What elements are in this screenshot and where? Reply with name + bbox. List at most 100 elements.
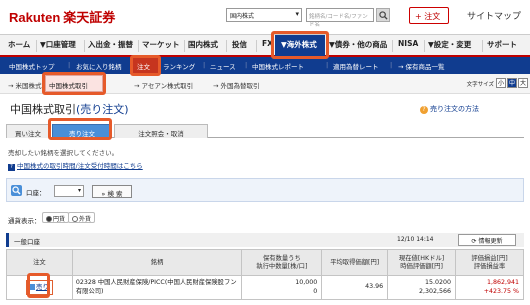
instruction-text: 売却したい銘柄を選択してください。 xyxy=(8,149,119,157)
subnav-fx-rate[interactable]: 適用為替レート xyxy=(333,61,379,71)
current-price-value: 15.0200 xyxy=(425,279,452,287)
gnav-support[interactable]: サポート xyxy=(487,39,517,50)
nav-divider: | xyxy=(68,61,71,69)
market-tab-bar: → 米国株式取引 中国株式取引 → アセアン株式取引 → 外国為替取引 文字サイ… xyxy=(0,74,530,94)
gnav-settings[interactable]: ▼設定・変更 xyxy=(428,39,471,50)
gnav-bonds[interactable]: ▼債券・他の商品 xyxy=(329,39,387,50)
sell-link[interactable]: 売り xyxy=(25,279,53,296)
col-order: 注文 xyxy=(6,249,73,276)
subnav-ranking[interactable]: ランキング xyxy=(163,61,195,71)
help-icon: ? xyxy=(8,164,15,171)
nav-divider: | xyxy=(326,61,329,69)
currency-label: 通貨表示： xyxy=(8,217,41,225)
document-icon xyxy=(29,283,35,290)
account-label: 口座： xyxy=(26,189,46,197)
section-header: 一般口座 12/10 14:14 ⟳ 情報更新 xyxy=(6,233,524,247)
nav-divider xyxy=(84,40,85,52)
gnav-domestic-stock[interactable]: 国内株式 xyxy=(188,39,218,50)
chevron-down-icon: ▾ xyxy=(77,187,81,194)
pl-rate-value: +423.75 % xyxy=(483,287,519,295)
market-select-value: 国内株式 xyxy=(230,13,255,20)
gnav-account[interactable]: ▼口座管理 xyxy=(40,39,76,50)
order-plus-icon: + xyxy=(415,12,422,21)
col-current-price: 現在値[HKドル] 時価評価額[円] xyxy=(387,249,457,276)
tab-buy-order[interactable]: 買い注文 xyxy=(6,124,50,138)
subnav-favorites[interactable]: お気に入り銘柄 xyxy=(76,61,122,71)
pl-value: 1,862,941 xyxy=(486,279,519,287)
search-input[interactable]: 銘柄名/コード名/ファンド名 xyxy=(306,8,374,28)
gnav-home[interactable]: ホーム xyxy=(8,39,30,50)
table-header-row: 注文 銘柄 保有数量うち 執行中数量[株/口] 平均取得価額[円] 現在値[HK… xyxy=(6,249,524,276)
section-label: 一般口座 xyxy=(14,238,40,246)
trading-hours-label: 中国株式の取引時間/注文受付時間はこちら xyxy=(17,162,143,170)
sub-nav: 中国株式トップ | お気に入り銘柄 注文 ランキング | ニュース | 中国株式… xyxy=(0,57,530,74)
page-title-main: 中国株式取引 xyxy=(10,103,76,116)
sell-link-label: 売り xyxy=(35,282,49,291)
font-size-small[interactable]: 小 xyxy=(496,78,506,88)
brand-logo[interactable]: Rakuten 楽天証券 xyxy=(9,7,115,26)
search-button[interactable] xyxy=(376,8,390,22)
nav-divider: | xyxy=(203,61,206,69)
gnav-foreign-stock[interactable]: ▼海外株式 xyxy=(275,35,325,56)
order-button[interactable]: + 注文 xyxy=(409,7,449,24)
tab-asean-stock[interactable]: → アセアン株式取引 xyxy=(134,80,193,90)
pl-cell: 1,862,941 +423.75 % xyxy=(455,275,524,300)
gnav-nisa[interactable]: NISA xyxy=(398,39,418,48)
subnav-order[interactable]: 注文 xyxy=(132,57,158,74)
logo-jp-text: 楽天証券 xyxy=(63,10,116,25)
search-icon xyxy=(379,11,388,20)
nav-divider: | xyxy=(245,61,248,69)
nav-divider xyxy=(184,40,185,52)
gnav-deposit[interactable]: 入出金・振替 xyxy=(88,39,133,50)
refresh-button[interactable]: ⟳ 情報更新 xyxy=(458,234,516,246)
market-value-value: 2,302,566 xyxy=(418,287,452,295)
qty-value: 10,000 xyxy=(295,279,318,287)
font-size-large[interactable]: 大 xyxy=(518,78,528,88)
tab-order-inquiry[interactable]: 注文照会・取消 xyxy=(114,124,208,138)
nav-divider xyxy=(138,40,139,52)
sitemap-link[interactable]: サイトマップ xyxy=(467,9,521,22)
gnav-fx[interactable]: FX xyxy=(262,39,273,48)
global-nav: ホーム ▼口座管理 入出金・振替 マーケット 国内株式 投信 FX ▼海外株式 … xyxy=(0,34,530,57)
col-avg-price: 平均取得価額[円] xyxy=(321,249,389,276)
radio-yen[interactable]: 円貨 xyxy=(42,212,70,223)
font-size-label: 文字サイズ xyxy=(466,82,494,88)
tab-china-stock[interactable]: 中国株式取引 xyxy=(45,75,103,92)
radio-yen-label: 円貨 xyxy=(53,216,66,223)
howto-label: 売り注文の方法 xyxy=(430,105,479,113)
nav-divider xyxy=(36,40,37,52)
market-select[interactable]: 国内株式 ▾ xyxy=(226,8,302,22)
page-title: 中国株式取引(売り注文) xyxy=(10,101,129,117)
col-qty: 保有数量うち 執行中数量[株/口] xyxy=(241,249,323,276)
subnav-report[interactable]: 中国株式レポート xyxy=(252,61,304,71)
account-select[interactable]: ▾ xyxy=(54,185,84,197)
qty-cell: 10,000 0 xyxy=(241,275,323,300)
page-title-sub: (売り注文) xyxy=(76,103,129,116)
nav-divider xyxy=(226,40,227,52)
search-submit-button[interactable]: » 検 索 xyxy=(92,185,132,198)
radio-foreign-label: 外貨 xyxy=(79,216,92,223)
account-filter: 口座： ▾ » 検 索 xyxy=(6,178,524,202)
radio-unchecked-icon xyxy=(72,216,78,222)
chevron-down-icon: ▾ xyxy=(295,10,299,18)
tab-forex[interactable]: → 外国為替取引 xyxy=(213,80,260,90)
search-placeholder: 銘柄名/コード名/ファンド名 xyxy=(309,14,368,28)
sell-howto-link[interactable]: ? 売り注文の方法 xyxy=(420,104,479,114)
tab-sell-order[interactable]: 売り注文 xyxy=(52,124,112,138)
search-icon xyxy=(11,185,22,196)
gnav-fund[interactable]: 投信 xyxy=(232,39,247,50)
subnav-china-top[interactable]: 中国株式トップ xyxy=(9,61,55,71)
radio-checked-icon xyxy=(46,216,52,222)
top-bar: Rakuten 楽天証券 国内株式 ▾ 銘柄名/コード名/ファンド名 + 注文 サ… xyxy=(0,0,530,33)
radio-foreign[interactable]: 外貨 xyxy=(68,212,96,223)
refresh-label: 情報更新 xyxy=(478,238,503,245)
col-pl: 評価損益[円] 評価損益率 xyxy=(455,249,524,276)
gnav-market[interactable]: マーケット xyxy=(142,39,180,50)
subnav-holdings[interactable]: → 保有商品一覧 xyxy=(398,61,445,71)
holdings-table: 注文 銘柄 保有数量うち 執行中数量[株/口] 平均取得価額[円] 現在値[HK… xyxy=(6,249,524,300)
font-size-medium[interactable]: 中 xyxy=(507,78,517,88)
nav-divider xyxy=(392,40,393,52)
subnav-news[interactable]: ニュース xyxy=(210,61,236,71)
nav-divider: | xyxy=(390,61,393,69)
trading-hours-link[interactable]: ? 中国株式の取引時間/注文受付時間はこちら xyxy=(8,160,143,171)
